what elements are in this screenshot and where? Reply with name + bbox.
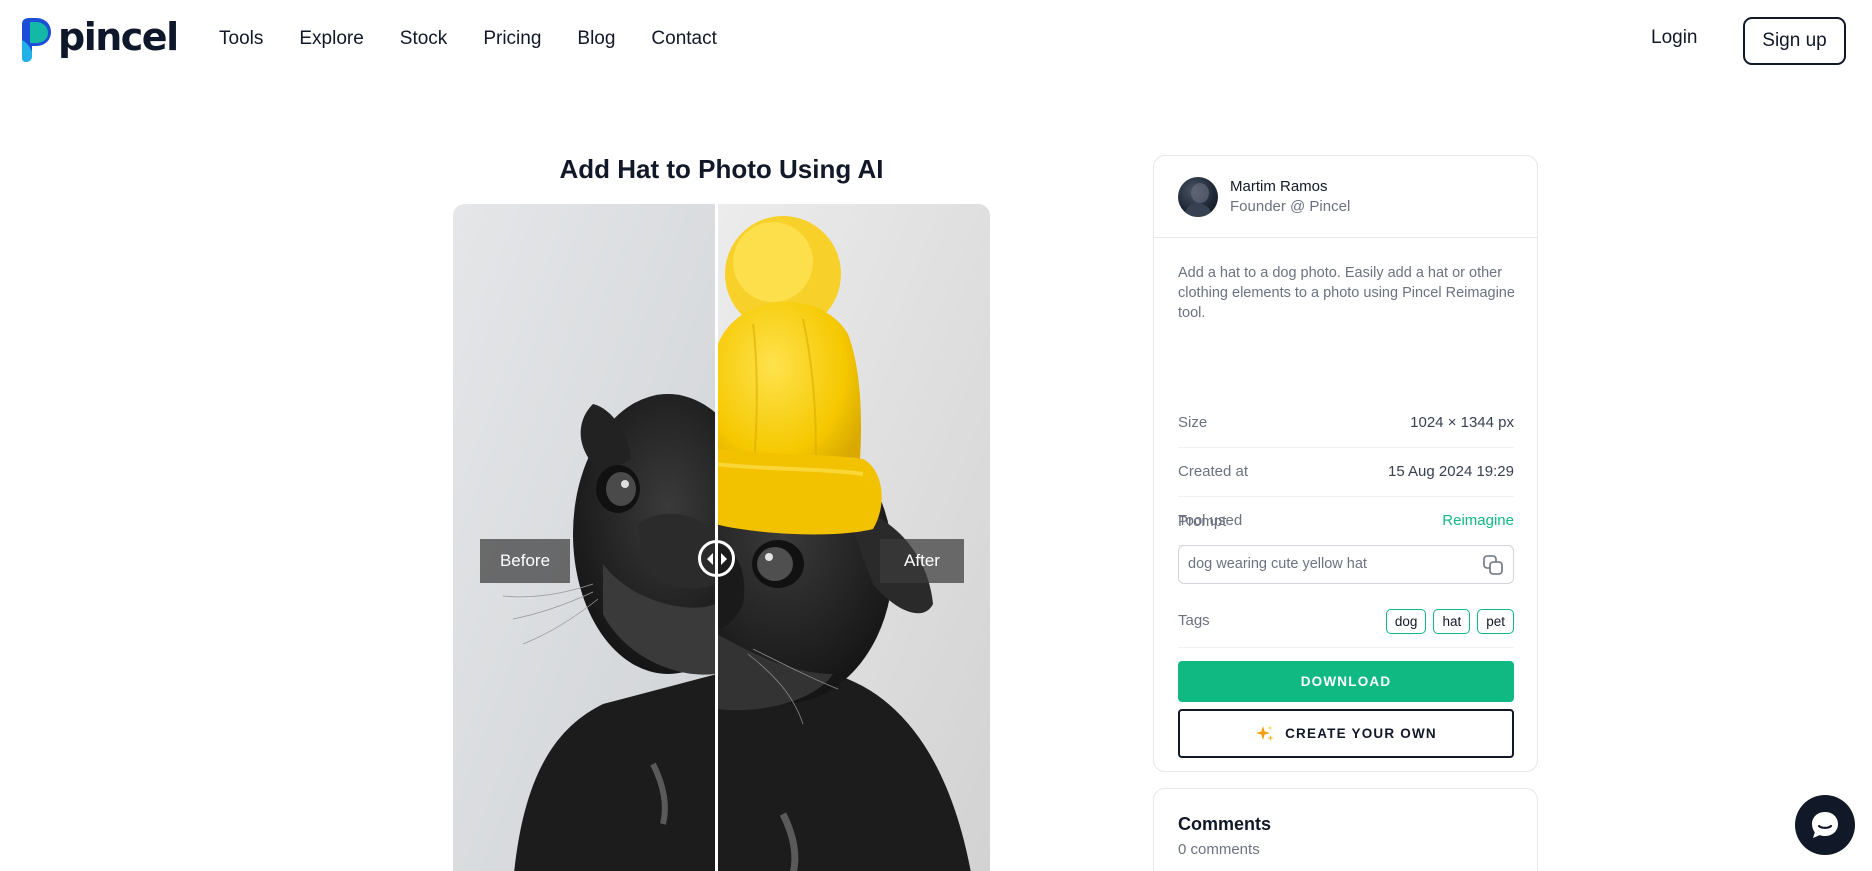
- nav-pricing[interactable]: Pricing: [483, 28, 541, 50]
- nav-contact[interactable]: Contact: [651, 28, 716, 50]
- sparkles-icon: [1256, 725, 1274, 741]
- detail-key: Created at: [1178, 463, 1249, 480]
- chat-bubble-icon: [1812, 812, 1838, 838]
- page-title: Add Hat to Photo Using AI: [559, 154, 884, 184]
- tool-link[interactable]: Reimagine: [1442, 512, 1514, 529]
- pug-photo: [453, 204, 990, 871]
- detail-row-size: Size 1024 × 1344 px: [1178, 399, 1514, 448]
- image-description: Add a hat to a dog photo. Easily add a h…: [1178, 265, 1515, 321]
- comments-title: Comments: [1178, 814, 1272, 834]
- detail-row-created: Created at 15 Aug 2024 19:29: [1178, 448, 1514, 497]
- create-label: CREATE YOUR OWN: [1285, 726, 1437, 741]
- download-button[interactable]: DOWNLOAD: [1178, 661, 1514, 702]
- pincel-logo[interactable]: pincel: [18, 15, 179, 62]
- tags-row: Tags dog hat pet: [1178, 600, 1514, 648]
- before-after-slider[interactable]: Before After: [453, 204, 990, 871]
- tag-chip[interactable]: dog: [1385, 609, 1427, 634]
- prompt-label: Prompt: [1178, 513, 1227, 530]
- prompt-text: dog wearing cute yellow hat: [1188, 556, 1367, 572]
- main-menu: Tools Explore Stock Pricing Blog Contact: [219, 28, 753, 50]
- slider-handle[interactable]: [698, 540, 735, 577]
- signup-button[interactable]: Sign up: [1743, 17, 1846, 65]
- create-your-own-button[interactable]: CREATE YOUR OWN: [1178, 709, 1514, 758]
- slider-divider[interactable]: [715, 204, 718, 871]
- before-label: Before: [480, 539, 570, 583]
- author-name[interactable]: Martim Ramos: [1230, 178, 1328, 195]
- tag-chip[interactable]: hat: [1433, 609, 1471, 634]
- avatar[interactable]: [1178, 177, 1218, 217]
- detail-value: 15 Aug 2024 19:29: [1388, 463, 1514, 480]
- comments-card: Comments 0 comments: [1153, 788, 1538, 871]
- prompt-field[interactable]: dog wearing cute yellow hat: [1178, 545, 1514, 584]
- nav-stock[interactable]: Stock: [400, 28, 448, 50]
- top-nav: pincel Tools Explore Stock Pricing Blog …: [0, 0, 1872, 82]
- author-role: Founder @ Pincel: [1230, 198, 1351, 215]
- nav-explore[interactable]: Explore: [299, 28, 363, 50]
- detail-row-tool: Tool used Reimagine: [1178, 497, 1514, 546]
- copy-icon[interactable]: [1481, 553, 1505, 577]
- nav-blog[interactable]: Blog: [577, 28, 615, 50]
- detail-key: Size: [1178, 414, 1208, 431]
- image-details-card: Martim Ramos Founder @ Pincel Add a hat …: [1153, 155, 1538, 772]
- tag-list: dog hat pet: [1385, 609, 1514, 634]
- nav-tools[interactable]: Tools: [219, 28, 263, 50]
- comments-count: 0 comments: [1178, 841, 1260, 858]
- logo-wordmark: pincel: [58, 15, 179, 59]
- arrows-horizontal-icon: [707, 551, 727, 567]
- chat-launcher-button[interactable]: [1795, 795, 1855, 855]
- author-block: Martim Ramos Founder @ Pincel: [1154, 156, 1537, 238]
- tag-chip[interactable]: pet: [1477, 609, 1514, 634]
- after-label: After: [880, 539, 964, 583]
- tags-label: Tags: [1178, 612, 1210, 629]
- pincel-logo-icon: [22, 18, 51, 62]
- detail-value: 1024 × 1344 px: [1410, 414, 1514, 431]
- login-link[interactable]: Login: [1651, 27, 1698, 49]
